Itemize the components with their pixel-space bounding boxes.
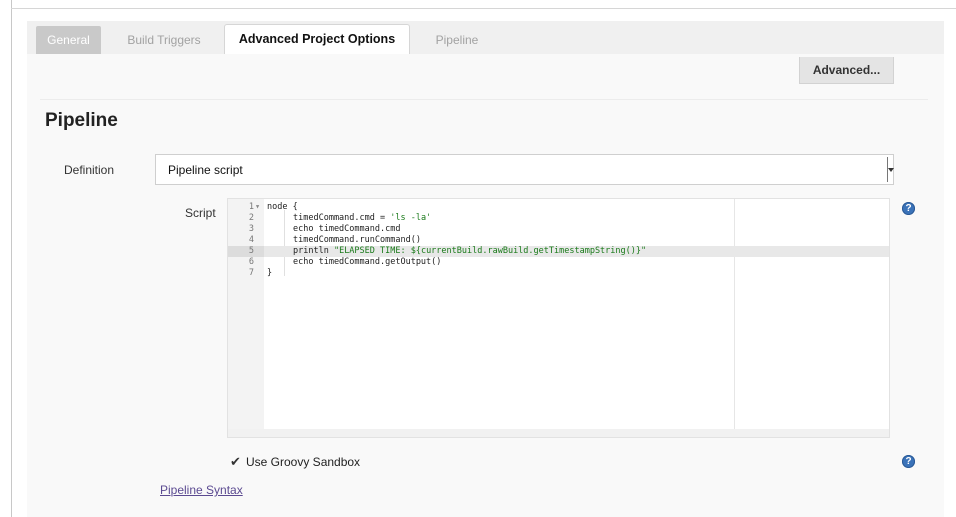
code-text: echo timedCommand.getOutput() xyxy=(293,257,442,267)
script-label: Script xyxy=(185,206,216,220)
line-number: 3 xyxy=(248,224,254,234)
dropdown-arrow-icon[interactable] xyxy=(887,157,894,182)
tab-pipeline[interactable]: Pipeline xyxy=(417,26,497,54)
code-line[interactable]: 4 timedCommand.runCommand() xyxy=(228,235,889,246)
code-text: node { xyxy=(267,202,298,212)
code-text: println "ELAPSED TIME: ${currentBuild.ra… xyxy=(293,246,647,256)
line-number: 7 xyxy=(248,268,254,278)
pipeline-syntax-link[interactable]: Pipeline Syntax xyxy=(160,483,243,497)
line-number: 5 xyxy=(228,246,264,257)
section-divider xyxy=(40,99,928,100)
script-editor[interactable]: 1 ▾ node { 2 timedCommand.cmd = 'ls -la' 3 ech… xyxy=(227,198,890,438)
string-literal: 'ls -la' xyxy=(390,213,432,223)
groovy-sandbox-label: Use Groovy Sandbox xyxy=(246,455,361,469)
code-line[interactable]: 6 echo timedCommand.getOutput() xyxy=(228,257,889,268)
tab-build-triggers[interactable]: Build Triggers xyxy=(109,26,219,54)
script-help-icon[interactable]: ? xyxy=(902,202,915,215)
code-text: echo timedCommand.cmd xyxy=(293,224,401,234)
tab-general[interactable]: General xyxy=(36,26,101,54)
code-line[interactable]: 2 timedCommand.cmd = 'ls -la' xyxy=(228,213,889,224)
tab-advanced-project-options[interactable]: Advanced Project Options xyxy=(224,24,410,57)
frame-border-left xyxy=(11,0,12,517)
line-number: 1 xyxy=(248,202,254,212)
groovy-sandbox-checkbox[interactable]: ✔ xyxy=(230,455,243,468)
fold-arrow-icon[interactable]: ▾ xyxy=(255,202,260,213)
code-line[interactable]: 3 echo timedCommand.cmd xyxy=(228,224,889,235)
sandbox-help-icon[interactable]: ? xyxy=(902,455,915,468)
definition-label: Definition xyxy=(64,163,115,177)
frame-border-top xyxy=(11,8,956,9)
code-line[interactable]: 1 ▾ node { xyxy=(228,202,889,213)
string-literal: "ELAPSED TIME: ${currentBuild.rawBuild.g… xyxy=(333,246,647,256)
code-text: timedCommand.cmd = 'ls -la' xyxy=(293,213,432,223)
line-number: 4 xyxy=(248,235,254,245)
definition-selected-value: Pipeline script xyxy=(168,163,243,177)
config-tab-bar: General Build Triggers Advanced Project … xyxy=(27,21,944,57)
code-text: } xyxy=(267,268,273,278)
line-number: 2 xyxy=(248,213,254,223)
code-text: timedCommand.runCommand() xyxy=(293,235,421,245)
code-line[interactable]: 5 println "ELAPSED TIME: ${currentBuild.r… xyxy=(228,246,889,257)
advanced-button[interactable]: Advanced... xyxy=(799,57,894,84)
code-line[interactable]: 7} xyxy=(228,268,889,279)
line-number: 6 xyxy=(248,257,254,267)
definition-select[interactable]: Pipeline script xyxy=(155,154,894,185)
section-title: Pipeline xyxy=(45,110,118,131)
editor-scrollbar-track[interactable] xyxy=(228,429,889,437)
